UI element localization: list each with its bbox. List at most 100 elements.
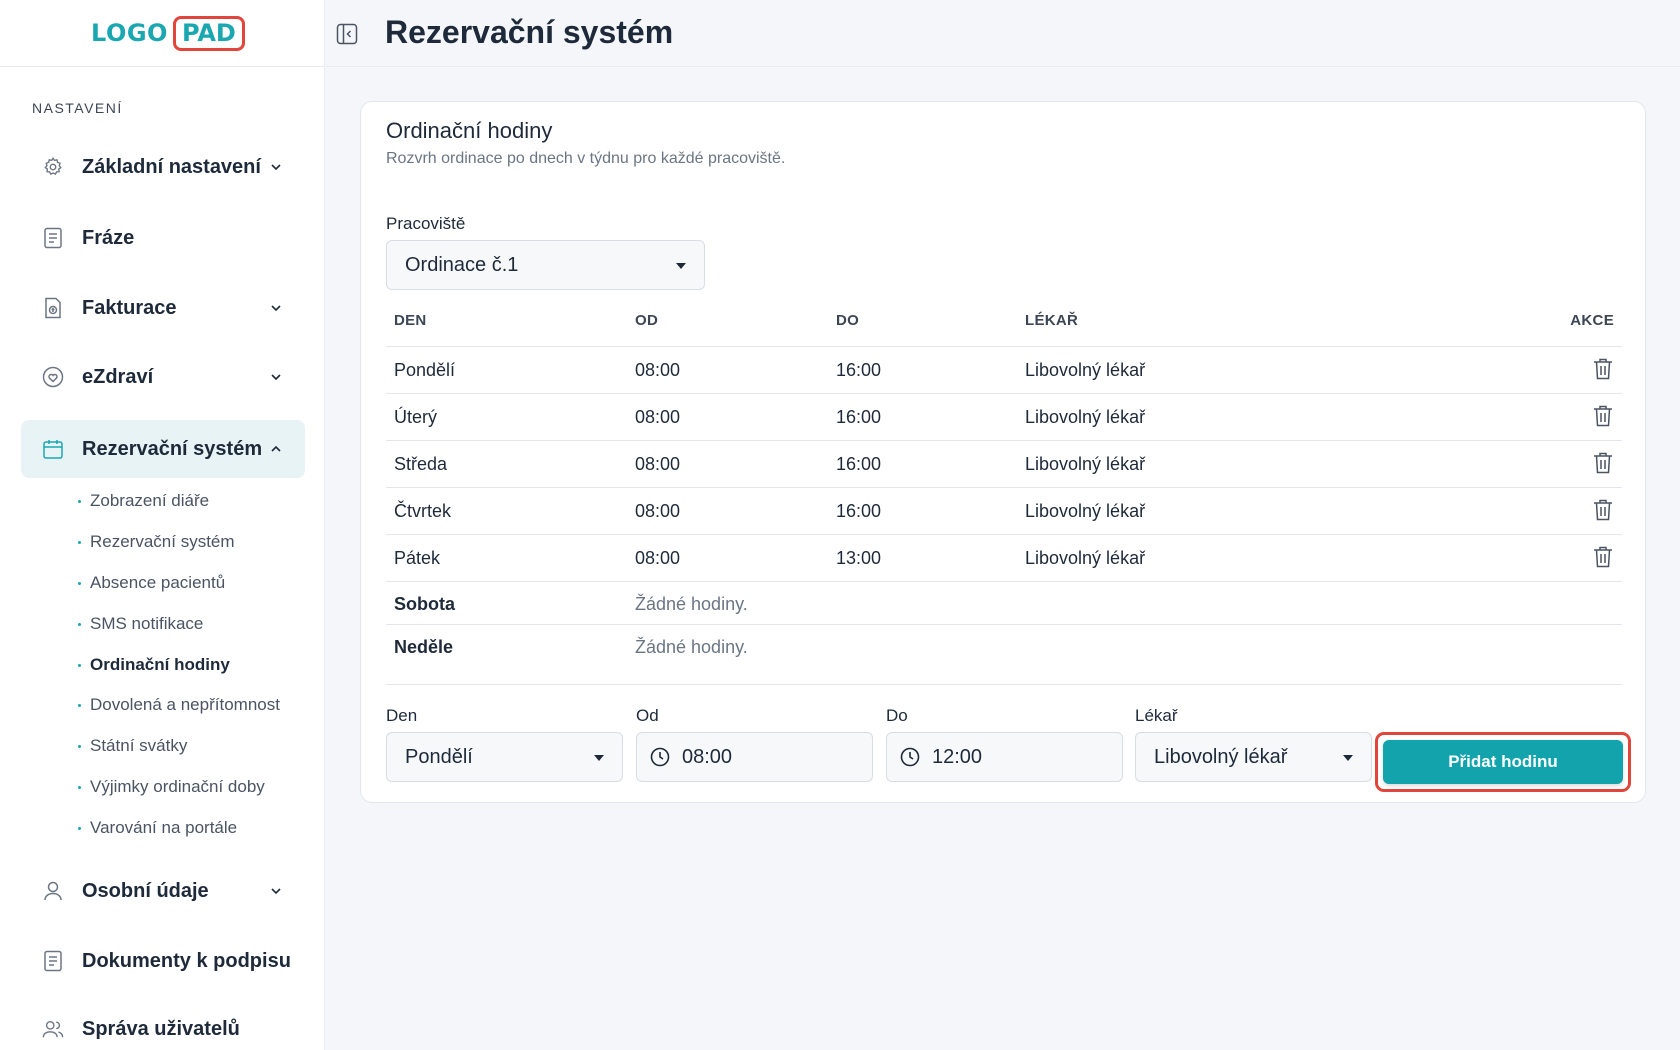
bullet-dot xyxy=(78,744,81,748)
logo[interactable]: LOGO PAD xyxy=(0,0,324,67)
sidebar-item-billing[interactable]: Fakturace xyxy=(21,279,305,337)
cell-from: 08:00 xyxy=(635,454,681,474)
divider xyxy=(386,684,1622,685)
sidebar-item-documents-to-sign[interactable]: Dokumenty k podpisu xyxy=(21,932,305,990)
trash-icon[interactable] xyxy=(1592,545,1614,569)
table-row-empty: Sobota Žádné hodiny. xyxy=(386,581,1622,624)
caret-down-icon xyxy=(594,755,604,761)
bullet-dot xyxy=(78,663,81,667)
workplace-select[interactable]: Ordinace č.1 xyxy=(386,240,705,290)
sidebar-subitem-label: Zobrazení diáře xyxy=(90,491,210,510)
cell-to: 16:00 xyxy=(836,454,882,474)
caret-down-icon xyxy=(676,263,686,269)
office-hours-card: Ordinační hodiny Rozvrh ordinace po dnec… xyxy=(360,101,1646,803)
add-hour-button[interactable]: Přidat hodinu xyxy=(1383,740,1623,784)
sidebar-item-user-management[interactable]: Správa uživatelů xyxy=(21,1000,305,1050)
clock-icon xyxy=(650,747,670,767)
document-icon xyxy=(42,227,64,249)
cell-day: Sobota xyxy=(394,594,455,614)
sidebar-subitem-public-holidays[interactable]: Státní svátky xyxy=(78,731,187,761)
from-time-input[interactable]: 08:00 xyxy=(636,732,873,782)
doctor-select[interactable]: Libovolný lékař xyxy=(1135,732,1372,782)
trash-icon[interactable] xyxy=(1592,404,1614,428)
chevron-down-icon xyxy=(269,160,283,174)
invoice-icon xyxy=(42,297,64,319)
sidebar-item-label: Fakturace xyxy=(82,296,177,319)
bullet-dot xyxy=(78,703,81,707)
to-label: Do xyxy=(886,706,908,725)
table-row: Úterý 08:00 16:00 Libovolný lékař xyxy=(386,393,1622,440)
sidebar-subitem-label: Ordinační hodiny xyxy=(90,655,230,674)
sidebar-item-label: Fráze xyxy=(82,226,135,249)
sidebar-item-basic-settings[interactable]: Základní nastavení xyxy=(21,138,305,196)
cell-doctor: Libovolný lékař xyxy=(1025,407,1146,427)
workplace-label: Pracoviště xyxy=(386,214,466,233)
column-header-doctor: LÉKAŘ xyxy=(1025,312,1079,329)
cell-from: 08:00 xyxy=(635,501,681,521)
day-select[interactable]: Pondělí xyxy=(386,732,623,782)
table-row: Pondělí 08:00 16:00 Libovolný lékař xyxy=(386,346,1622,393)
sidebar-subitem-reservation-system[interactable]: Rezervační systém xyxy=(78,527,235,557)
sidebar-subitem-portal-warnings[interactable]: Varování na portále xyxy=(78,813,237,843)
cell-day: Pátek xyxy=(394,548,441,568)
sidebar-subitem-label: Dovolená a nepřítomnost xyxy=(90,695,280,714)
chevron-down-icon xyxy=(269,370,283,384)
sidebar-subitem-hour-exceptions[interactable]: Výjimky ordinační doby xyxy=(78,772,265,802)
cell-doctor: Libovolný lékař xyxy=(1025,360,1146,380)
sidebar-subitem-patient-absence[interactable]: Absence pacientů xyxy=(78,568,225,598)
sidebar: LOGO PAD NASTAVENÍ Základní nastavení Fr… xyxy=(0,0,325,1050)
cell-from: 08:00 xyxy=(635,548,681,568)
sidebar-subitem-vacation[interactable]: Dovolená a nepřítomnost xyxy=(78,690,280,720)
bullet-dot xyxy=(78,785,81,789)
day-label: Den xyxy=(386,706,418,725)
column-header-day: DEN xyxy=(394,312,427,329)
table-row: Pátek 08:00 13:00 Libovolný lékař xyxy=(386,534,1622,581)
bullet-dot xyxy=(78,622,81,626)
sidebar-item-ezdravi[interactable]: eZdraví xyxy=(21,348,305,406)
add-button-highlight: Přidat hodinu xyxy=(1375,732,1631,792)
caret-down-icon xyxy=(1343,755,1353,761)
user-icon xyxy=(42,880,64,902)
document-icon xyxy=(42,950,64,972)
sidebar-item-label: Osobní údaje xyxy=(82,879,209,902)
sidebar-subitem-label: Rezervační systém xyxy=(90,532,235,551)
sidebar-item-phrases[interactable]: Fráze xyxy=(21,209,305,267)
bullet-dot xyxy=(78,826,81,830)
table-row-empty: Neděle Žádné hodiny. xyxy=(386,624,1622,667)
trash-icon[interactable] xyxy=(1592,451,1614,475)
logo-text: LOGO xyxy=(91,19,168,47)
cell-no-hours: Žádné hodiny. xyxy=(635,594,748,614)
sidebar-subitem-office-hours[interactable]: Ordinační hodiny xyxy=(78,650,230,680)
table-row: Středa 08:00 16:00 Libovolný lékař xyxy=(386,440,1622,487)
doctor-select-value: Libovolný lékař xyxy=(1154,745,1288,768)
trash-icon[interactable] xyxy=(1592,357,1614,381)
top-bar: Rezervační systém xyxy=(326,0,1680,67)
sidebar-subitem-label: Státní svátky xyxy=(90,736,188,755)
chevron-down-icon xyxy=(269,301,283,315)
users-icon xyxy=(42,1018,64,1040)
gear-icon xyxy=(42,156,64,178)
sidebar-subitem-diary-view[interactable]: Zobrazení diáře xyxy=(78,486,209,516)
sidebar-collapse-icon[interactable] xyxy=(336,23,358,45)
bullet-dot xyxy=(78,540,81,544)
cell-doctor: Libovolný lékař xyxy=(1025,501,1146,521)
sidebar-subitem-sms-notifications[interactable]: SMS notifikace xyxy=(78,609,203,639)
doctor-label: Lékař xyxy=(1135,706,1178,725)
sidebar-item-personal-data[interactable]: Osobní údaje xyxy=(21,862,305,920)
sidebar-item-label: Dokumenty k podpisu xyxy=(82,949,291,972)
card-subtitle: Rozvrh ordinace po dnech v týdnu pro kaž… xyxy=(386,150,786,167)
heart-icon xyxy=(42,366,64,388)
sidebar-item-reservation-system[interactable]: Rezervační systém xyxy=(21,420,305,478)
sidebar-subitem-label: SMS notifikace xyxy=(90,614,204,633)
sidebar-subitem-label: Absence pacientů xyxy=(90,573,226,592)
cell-to: 16:00 xyxy=(836,360,882,380)
cell-doctor: Libovolný lékař xyxy=(1025,548,1146,568)
cell-doctor: Libovolný lékař xyxy=(1025,454,1146,474)
from-time-value: 08:00 xyxy=(682,745,733,768)
clock-icon xyxy=(900,747,920,767)
to-time-input[interactable]: 12:00 xyxy=(886,732,1123,782)
cell-to: 16:00 xyxy=(836,501,882,521)
trash-icon[interactable] xyxy=(1592,498,1614,522)
card-title: Ordinační hodiny xyxy=(386,118,553,143)
cell-no-hours: Žádné hodiny. xyxy=(635,637,748,657)
